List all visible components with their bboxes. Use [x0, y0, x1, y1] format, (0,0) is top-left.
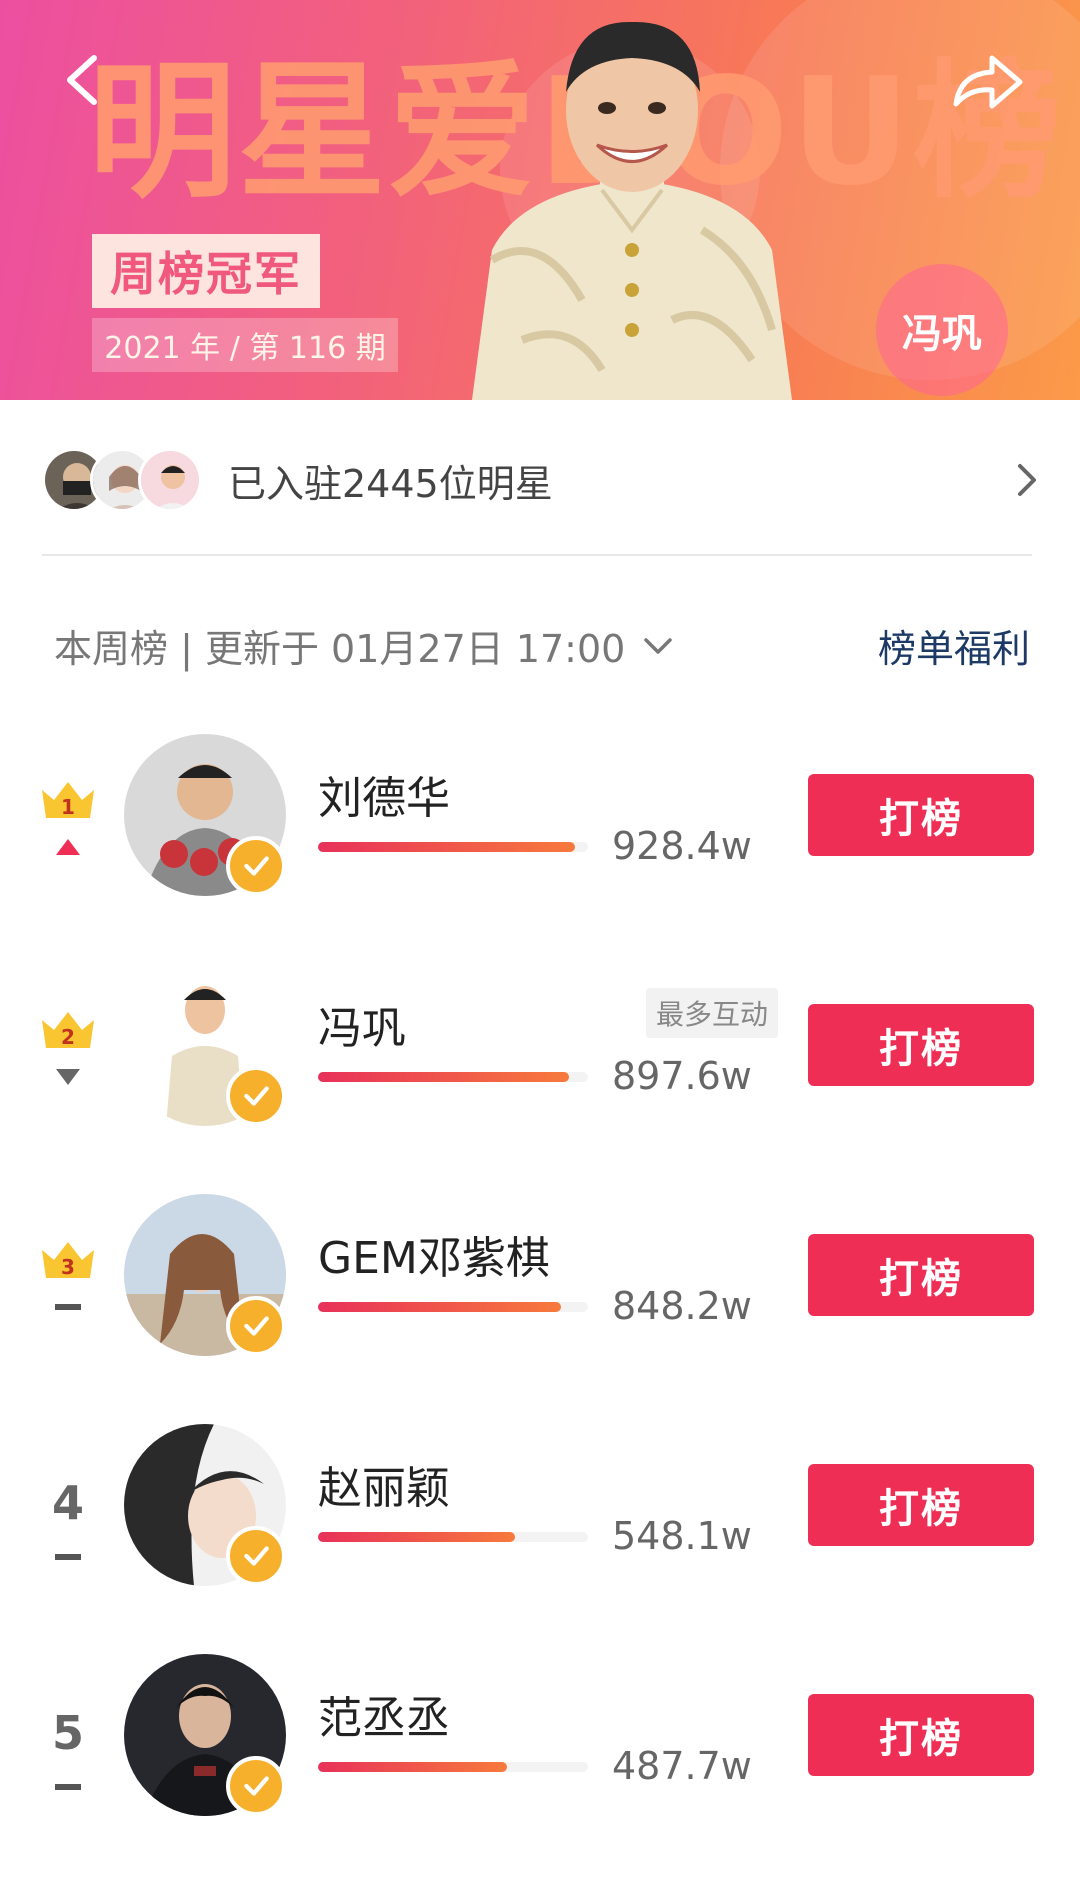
chevron-right-icon[interactable]	[1016, 460, 1038, 500]
verified-icon	[226, 1066, 286, 1126]
trend-same-icon	[55, 1304, 81, 1310]
verified-icon	[226, 1756, 286, 1816]
chevron-down-icon	[644, 637, 673, 654]
vote-button[interactable]: 打榜	[808, 1464, 1034, 1546]
score-progress-fill	[318, 842, 575, 852]
ranking-row[interactable]: 3 GEM邓紫棋 848.2w 打榜	[0, 1194, 1080, 1364]
ranking-row[interactable]: 5 范丞丞 487.7w 打榜	[0, 1654, 1080, 1824]
ranking-row[interactable]: 2 冯巩 最多互动 897.6w 打榜	[0, 964, 1080, 1134]
crown-icon: 1	[42, 782, 94, 819]
svg-text:1: 1	[61, 795, 75, 819]
star-score: 487.7w	[612, 1744, 752, 1788]
divider	[42, 554, 1032, 556]
score-progress-bar	[318, 1302, 588, 1312]
star-score: 548.1w	[612, 1514, 752, 1558]
star-name[interactable]: GEM邓紫棋	[318, 1222, 550, 1286]
ranking-benefits-link[interactable]: 榜单福利	[878, 618, 1030, 673]
week-selector[interactable]: 本周榜 | 更新于 01月27日 17:00	[54, 618, 673, 673]
verified-icon	[226, 1296, 286, 1356]
trend-up-icon	[56, 839, 80, 855]
rank-number: 5	[51, 1706, 84, 1760]
trend-same-icon	[55, 1554, 81, 1560]
vote-button[interactable]: 打榜	[808, 1234, 1034, 1316]
rank-indicator: 4	[38, 1468, 98, 1560]
rank-indicator: 2	[38, 1008, 98, 1098]
trend-same-icon	[55, 1784, 81, 1790]
champion-name-badge: 冯巩	[876, 264, 1008, 396]
ranking-row[interactable]: 4 赵丽颖 548.1w 打榜	[0, 1424, 1080, 1594]
score-progress-bar	[318, 1532, 588, 1542]
crown-icon: 3	[42, 1242, 94, 1279]
score-progress-fill	[318, 1302, 561, 1312]
header-banner: 明星爱DOU榜 周榜冠军 2021 年 / 第 116 期 冯巩	[0, 0, 1080, 400]
rank-indicator: 3	[38, 1238, 98, 1328]
score-progress-bar	[318, 1072, 588, 1082]
crown-icon: 2	[42, 1012, 94, 1049]
star-score: 848.2w	[612, 1284, 752, 1328]
most-interaction-tag: 最多互动	[646, 988, 778, 1038]
score-progress-bar	[318, 1762, 588, 1772]
week-label: 本周榜 | 更新于 01月27日 17:00	[54, 627, 626, 671]
vote-button[interactable]: 打榜	[808, 774, 1034, 856]
star-name[interactable]: 刘德华	[318, 762, 450, 826]
star-score: 928.4w	[612, 824, 752, 868]
champion-photo	[472, 21, 792, 400]
score-progress-bar	[318, 842, 588, 852]
star-name[interactable]: 冯巩	[318, 992, 406, 1056]
champion-badge: 周榜冠军	[92, 234, 320, 308]
period-badge: 2021 年 / 第 116 期	[92, 318, 398, 372]
joined-stars-text: 已入驻2445位明星	[228, 461, 553, 506]
score-progress-fill	[318, 1072, 570, 1082]
svg-text:2: 2	[61, 1025, 75, 1049]
star-name[interactable]: 赵丽颖	[318, 1452, 450, 1516]
verified-icon	[226, 1526, 286, 1586]
score-progress-fill	[318, 1532, 516, 1542]
vote-button[interactable]: 打榜	[808, 1694, 1034, 1776]
star-name[interactable]: 范丞丞	[318, 1682, 450, 1746]
trend-down-icon	[56, 1069, 80, 1085]
share-icon[interactable]	[948, 50, 1026, 114]
ranking-row[interactable]: 1 刘德华 928.4w 打榜	[0, 734, 1080, 904]
rank-indicator: 5	[38, 1698, 98, 1790]
score-progress-fill	[318, 1762, 507, 1772]
rank-number: 4	[51, 1476, 84, 1530]
joined-stars-entry[interactable]: 已入驻2445位明星	[42, 442, 1038, 518]
vote-button[interactable]: 打榜	[808, 1004, 1034, 1086]
back-icon[interactable]	[58, 50, 108, 110]
star-score: 897.6w	[612, 1054, 752, 1098]
rank-indicator: 1	[38, 778, 98, 868]
mini-avatar	[138, 448, 202, 512]
verified-icon	[226, 836, 286, 896]
svg-text:3: 3	[61, 1255, 75, 1279]
